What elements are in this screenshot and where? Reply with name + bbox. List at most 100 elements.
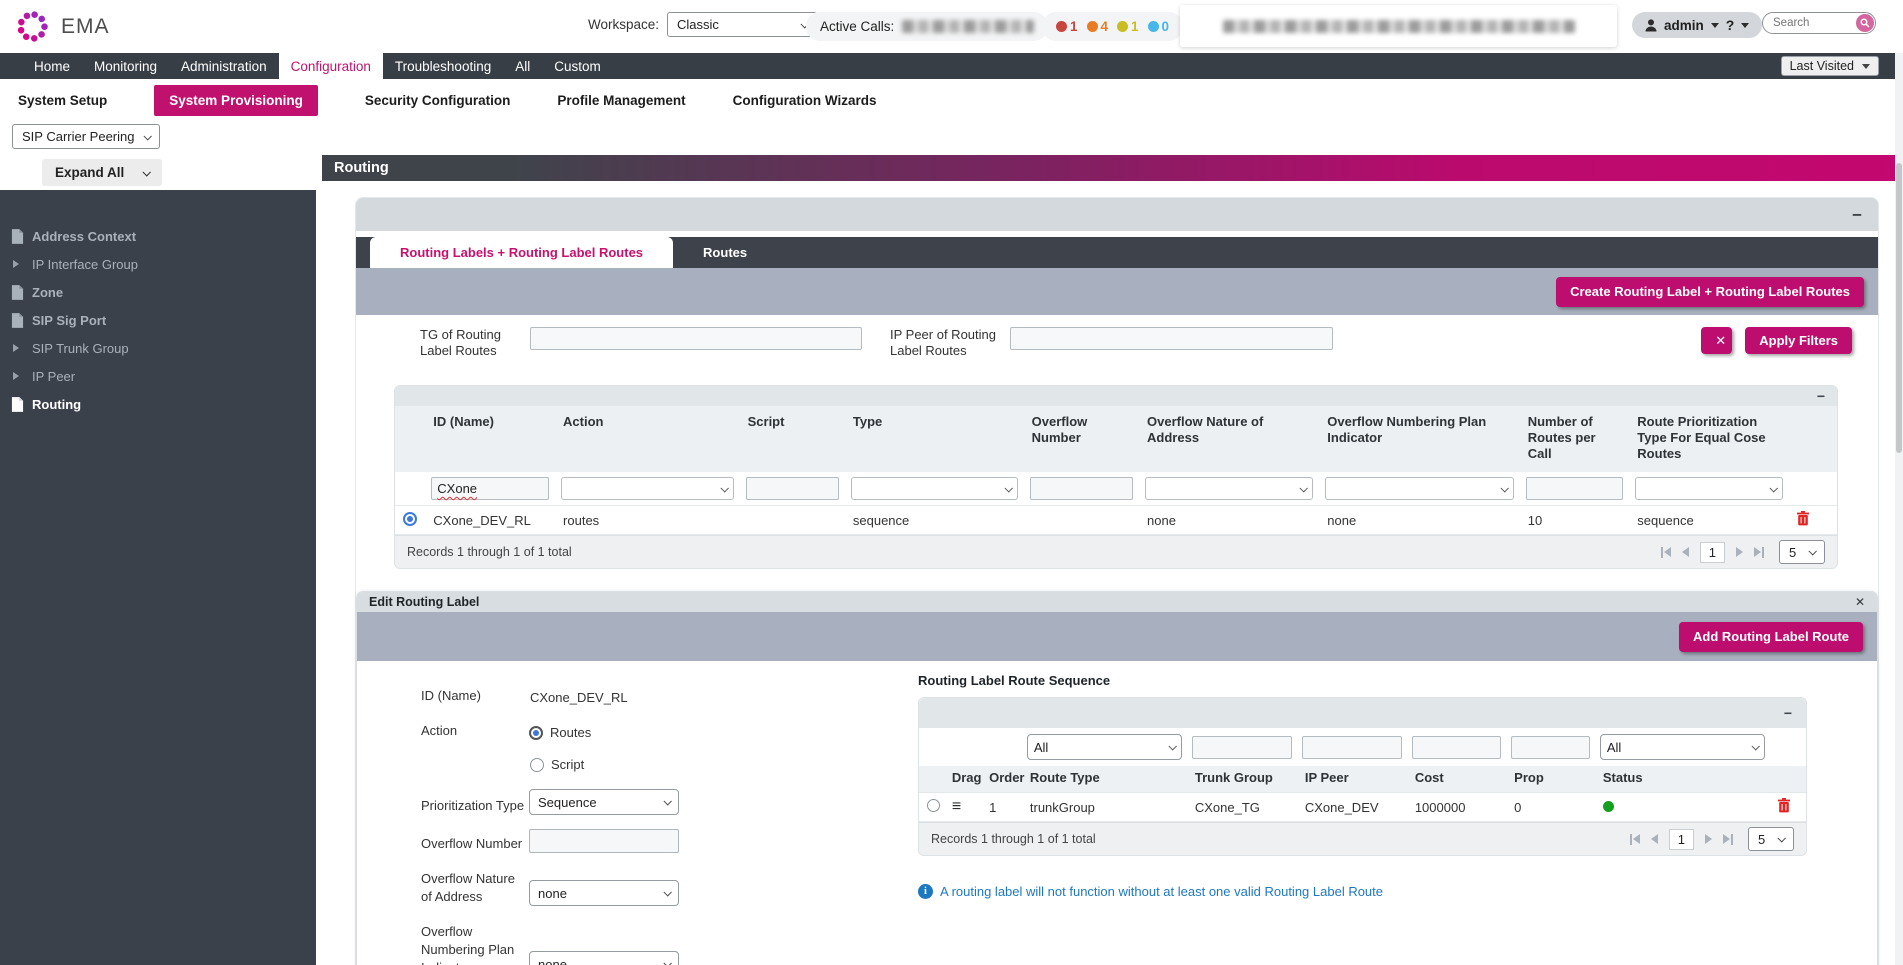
page-size-select[interactable]: 5 xyxy=(1748,827,1794,851)
overflow-npi-filter-select[interactable] xyxy=(1325,477,1513,500)
prop-filter-input[interactable] xyxy=(1511,736,1590,759)
pagination-first[interactable] xyxy=(1661,547,1671,558)
user-menu-group: admin ? xyxy=(1632,12,1762,38)
sidebar-item-ip-peer[interactable]: IP Peer xyxy=(0,362,316,390)
nav-item-all[interactable]: All xyxy=(503,53,542,79)
cell-order: 1 xyxy=(981,793,1022,822)
route-sequence-section: Routing Label Route Sequence − xyxy=(918,673,1807,899)
type-filter-select[interactable] xyxy=(851,477,1018,500)
vertical-scrollbar[interactable] xyxy=(1895,53,1903,965)
row-select-radio[interactable] xyxy=(927,799,940,812)
pagination: 1 5 xyxy=(1661,540,1825,564)
user-menu[interactable]: admin ? xyxy=(1632,12,1762,38)
nav-item-administration[interactable]: Administration xyxy=(169,53,279,79)
pagination-prev[interactable] xyxy=(1651,834,1658,844)
subnav-profile-management[interactable]: Profile Management xyxy=(557,93,685,108)
delete-column-header xyxy=(1770,766,1806,793)
create-routing-label-button[interactable]: Create Routing Label + Routing Label Rou… xyxy=(1556,277,1864,307)
route-sequence-row[interactable]: ≡ 1 trunkGroup CXone_TG CXone_DEV 100000… xyxy=(919,793,1806,822)
pagination-prev[interactable] xyxy=(1682,547,1689,557)
script-filter-input[interactable] xyxy=(746,477,839,500)
overflow-nature-filter-select[interactable] xyxy=(1145,477,1313,500)
pagination-last[interactable] xyxy=(1723,834,1733,845)
drag-handle-icon[interactable]: ≡ xyxy=(952,798,961,815)
chevron-down-icon xyxy=(720,484,728,492)
pagination-next[interactable] xyxy=(1705,834,1712,844)
create-strip: Create Routing Label + Routing Label Rou… xyxy=(356,268,1878,315)
scrollbar-thumb[interactable] xyxy=(1896,163,1902,453)
id-label: ID (Name) xyxy=(421,687,529,705)
action-label: Action xyxy=(421,722,529,740)
status-filter-select[interactable]: All xyxy=(1600,734,1766,760)
nav-item-home[interactable]: Home xyxy=(22,53,82,79)
overflow-number-filter-input[interactable] xyxy=(1030,477,1133,500)
expand-all-button[interactable]: Expand All xyxy=(42,159,162,186)
nav-item-monitoring[interactable]: Monitoring xyxy=(82,53,169,79)
add-routing-label-route-button[interactable]: Add Routing Label Route xyxy=(1679,622,1863,652)
ip-peer-filter-input[interactable] xyxy=(1010,327,1333,350)
overflow-number-input[interactable] xyxy=(529,829,679,853)
routes-radio-label: Routes xyxy=(550,725,591,740)
pagination-next[interactable] xyxy=(1736,547,1743,557)
id-name-filter-input[interactable]: CXone xyxy=(431,477,549,500)
route-type-filter-select[interactable]: All xyxy=(1027,734,1182,760)
context-select[interactable]: SIP Carrier Peering xyxy=(12,124,160,149)
nav-item-configuration[interactable]: Configuration xyxy=(279,53,383,79)
sidebar-item-routing[interactable]: Routing xyxy=(0,390,316,418)
row-select-radio[interactable] xyxy=(403,512,417,526)
prioritization-select[interactable]: Sequence xyxy=(529,789,679,815)
action-script-option[interactable]: Script xyxy=(530,757,584,772)
pagination-first[interactable] xyxy=(1630,834,1640,845)
configuration-subnav: System Setup System Provisioning Securit… xyxy=(0,79,1903,121)
delete-icon[interactable] xyxy=(1778,798,1790,813)
subnav-system-setup[interactable]: System Setup xyxy=(18,93,107,108)
cost-filter-input[interactable] xyxy=(1412,736,1501,759)
sidebar-item-zone[interactable]: Zone xyxy=(0,278,316,306)
apply-filters-button[interactable]: Apply Filters xyxy=(1745,327,1852,354)
clear-filters-button[interactable]: ✕ xyxy=(1701,327,1732,354)
pagination-last[interactable] xyxy=(1754,547,1764,558)
search-button[interactable] xyxy=(1856,14,1874,32)
col-order: Order xyxy=(981,766,1022,793)
routes-radio[interactable] xyxy=(529,726,543,740)
nav-item-troubleshooting[interactable]: Troubleshooting xyxy=(383,53,503,79)
close-icon[interactable]: ✕ xyxy=(1855,595,1865,609)
sidebar-item-sip-trunk-group[interactable]: SIP Trunk Group xyxy=(0,334,316,362)
records-text: Records 1 through 1 of 1 total xyxy=(407,545,572,559)
sidebar-item-ip-interface-group[interactable]: IP Interface Group xyxy=(0,250,316,278)
page-size-select[interactable]: 5 xyxy=(1779,540,1825,564)
chevron-down-icon xyxy=(1808,547,1816,555)
overflow-nature-select[interactable]: none xyxy=(529,880,679,906)
sequence-header-strip: − xyxy=(919,698,1806,728)
tg-filter-input[interactable] xyxy=(530,327,862,350)
workspace-select[interactable]: Classic xyxy=(667,12,817,37)
subnav-security-configuration[interactable]: Security Configuration xyxy=(365,93,511,108)
routing-label-row[interactable]: CXone_DEV_RL routes sequence none none 1… xyxy=(395,506,1837,535)
sidebar-item-sip-sig-port[interactable]: SIP Sig Port xyxy=(0,306,316,334)
script-radio[interactable] xyxy=(530,758,544,772)
tab-routing-labels[interactable]: Routing Labels + Routing Label Routes xyxy=(370,237,673,268)
ema-logo-icon xyxy=(14,8,51,45)
trunk-group-filter-input[interactable] xyxy=(1192,736,1292,759)
minimize-icon[interactable]: − xyxy=(1817,389,1825,403)
routes-per-call-filter-input[interactable] xyxy=(1526,477,1624,500)
route-prioritization-filter-select[interactable] xyxy=(1635,477,1783,500)
nav-item-custom[interactable]: Custom xyxy=(542,53,613,79)
subnav-configuration-wizards[interactable]: Configuration Wizards xyxy=(733,93,877,108)
help-icon[interactable]: ? xyxy=(1726,17,1735,33)
tab-routes[interactable]: Routes xyxy=(673,237,777,268)
minimize-icon[interactable]: − xyxy=(1784,706,1792,720)
user-caret-icon xyxy=(1711,23,1719,28)
delete-icon[interactable] xyxy=(1797,511,1809,526)
info-dot-icon xyxy=(1148,21,1159,32)
last-visited-dropdown[interactable]: Last Visited xyxy=(1781,56,1879,76)
action-routes-option[interactable]: Routes xyxy=(529,725,591,740)
minimize-icon[interactable]: − xyxy=(1852,206,1862,223)
ip-peer-seq-filter-input[interactable] xyxy=(1302,736,1402,759)
sidebar-item-address-context[interactable]: Address Context xyxy=(0,222,316,250)
subnav-system-provisioning[interactable]: System Provisioning xyxy=(154,85,318,116)
action-filter-select[interactable] xyxy=(561,477,734,500)
chevron-down-icon xyxy=(143,168,151,176)
cell-id: CXone_DEV_RL xyxy=(425,506,555,535)
overflow-npi-select[interactable]: none xyxy=(529,951,679,965)
